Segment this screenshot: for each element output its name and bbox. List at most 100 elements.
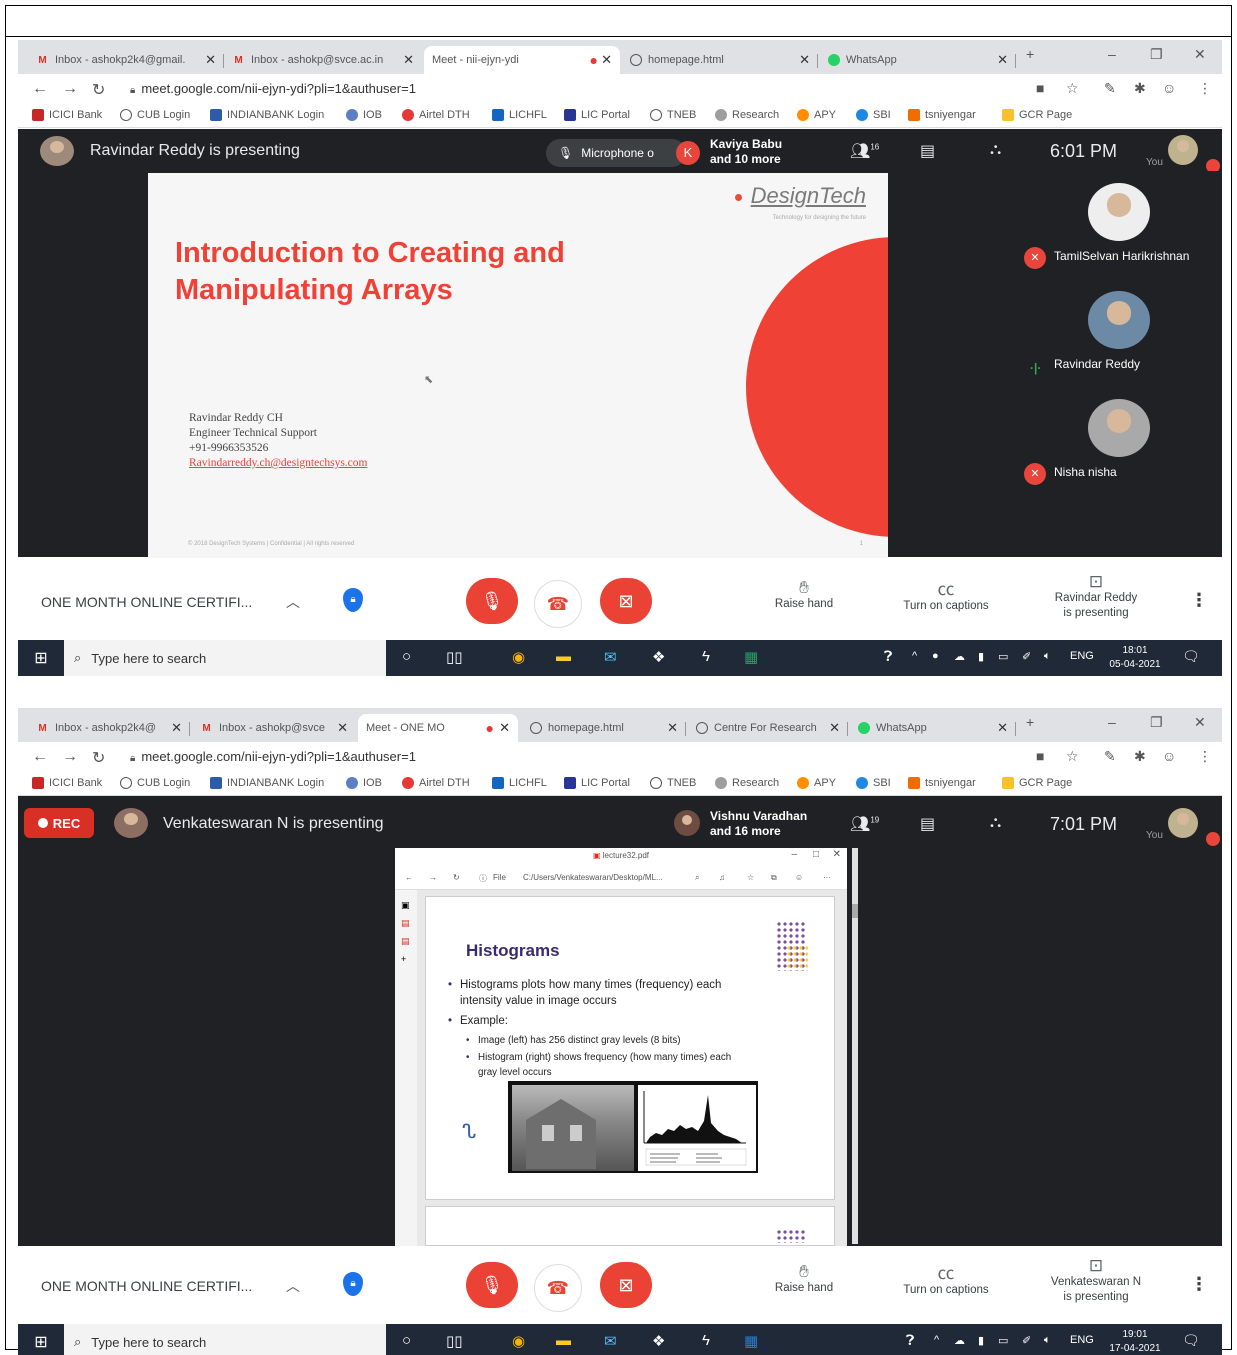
tray-chevron-icon[interactable]: ^ <box>934 1334 939 1346</box>
bookmark-item[interactable]: IOB <box>346 777 382 789</box>
activities-icon[interactable]: ⛬ <box>990 141 1001 159</box>
raise-hand-button[interactable]: ✋︎ Raise hand <box>764 1263 844 1296</box>
bookmark-item[interactable]: TNEB <box>650 109 696 121</box>
close-tab-icon[interactable]: ✕ <box>337 720 348 736</box>
chevron-up-icon[interactable]: ︿ <box>286 592 300 612</box>
browser-tab[interactable]: M Inbox - ashokp2k4@gmail. ✕ <box>28 46 224 74</box>
leave-call-button[interactable]: ☎︎ <box>534 580 582 628</box>
new-tab-icon[interactable]: + <box>1026 46 1034 62</box>
onedrive-icon[interactable]: ☁ <box>954 1334 965 1347</box>
bookmark-item[interactable]: TNEB <box>650 777 696 789</box>
new-tab-icon[interactable]: + <box>1026 714 1034 730</box>
captions-button[interactable]: ㏄ Turn on captions <box>888 581 1004 614</box>
people-icon[interactable]: 👥︎19 <box>850 814 879 834</box>
raise-hand-button[interactable]: ✋︎ Raise hand <box>764 579 844 612</box>
participant-tile[interactable]: ·|· Ravindar Reddy <box>1018 279 1222 387</box>
favorite-icon[interactable]: ☆ <box>747 873 754 882</box>
browser-tab-active[interactable]: ▸Meet - nii-ejyn-ydi●✕ <box>424 46 620 74</box>
bookmark-item[interactable]: Airtel DTH <box>402 777 470 789</box>
mail-icon[interactable]: ✉ <box>604 648 617 666</box>
self-avatar[interactable] <box>1168 808 1198 838</box>
url-field[interactable]: 🔒︎ meet.google.com/nii-ejyn-ydi?pli=1&aut… <box>130 749 416 764</box>
bookmark-item[interactable]: APY <box>797 109 836 121</box>
thumbnail-icon[interactable]: ▣ <box>401 900 410 911</box>
excel-icon[interactable]: ▦ <box>744 648 758 666</box>
bookmark-item[interactable]: CUB Login <box>120 777 190 789</box>
taskbar-search[interactable]: ⌕ Type here to search <box>64 1324 386 1355</box>
app-icon[interactable]: ϟ <box>702 648 710 665</box>
close-tab-icon[interactable]: ✕ <box>205 52 216 68</box>
chrome-icon[interactable]: ◉ <box>512 1332 525 1350</box>
minimize-icon[interactable]: – <box>1108 46 1116 62</box>
pen-icon[interactable]: ✐ <box>1022 1334 1031 1347</box>
chat-icon[interactable]: ▤ <box>920 814 935 834</box>
extension-icon[interactable]: ✎ <box>1104 80 1116 97</box>
tray-app-icon[interactable]: ● <box>932 650 939 662</box>
language-indicator[interactable]: ENG <box>1070 1334 1094 1346</box>
mic-toggle-button[interactable]: 🎙︎ <box>466 578 518 624</box>
language-indicator[interactable]: ENG <box>1070 650 1094 662</box>
close-tab-icon[interactable]: ✕ <box>601 52 612 68</box>
bookmark-item[interactable]: ICICI Bank <box>32 777 102 789</box>
profile-icon[interactable]: ☺ <box>1162 748 1176 764</box>
help-icon[interactable]: ❓︎ <box>884 648 892 665</box>
close-tab-icon[interactable]: ✕ <box>997 52 1008 68</box>
more-options-icon[interactable]: ⋮ <box>1190 1274 1208 1295</box>
people-icon[interactable]: 👥︎16 <box>850 141 879 161</box>
meeting-title[interactable]: ONE MONTH ONLINE CERTIFI... <box>41 1278 252 1294</box>
add-icon[interactable]: + <box>401 954 406 964</box>
extension-icon[interactable]: ✎ <box>1104 748 1116 765</box>
browser-tab[interactable]: WhatsApp ✕ <box>850 714 1016 742</box>
back-icon[interactable]: ← <box>32 748 48 766</box>
host-controls-icon[interactable]: 🔒︎ <box>343 1272 363 1296</box>
camera-icon[interactable]: ■ <box>1036 80 1044 96</box>
participant-tile[interactable]: ✕ TamilSelvan Harikrishnan <box>1018 171 1222 279</box>
help-icon[interactable]: ❓︎ <box>906 1332 914 1349</box>
restore-icon[interactable]: ❐ <box>1150 714 1163 731</box>
camera-toggle-button[interactable]: ⊠ <box>600 578 652 624</box>
close-tab-icon[interactable]: ✕ <box>799 52 810 68</box>
volume-icon[interactable]: 🔈︎ <box>1044 1334 1051 1347</box>
back-icon[interactable]: ← <box>32 80 48 98</box>
network-icon[interactable]: ▭ <box>998 1334 1008 1347</box>
camera-icon[interactable]: ■ <box>1036 748 1044 764</box>
puzzle-icon[interactable]: ✱ <box>1134 80 1146 97</box>
bookmark-item[interactable]: IOB <box>346 109 382 121</box>
browser-tab[interactable]: Centre For Research ✕ <box>688 714 848 742</box>
minimize-icon[interactable]: – <box>1108 714 1116 730</box>
bookmark-item[interactable]: ICICI Bank <box>32 109 102 121</box>
bookmark-item[interactable]: LICHFL <box>492 777 547 789</box>
task-view-icon[interactable]: ▯▯ <box>446 1332 463 1350</box>
bookmark-star-icon[interactable]: ☆ <box>1066 748 1079 765</box>
browser-tab[interactable]: M Inbox - ashokp@svce.ac.in ✕ <box>224 46 422 74</box>
dropbox-icon[interactable]: ❖ <box>652 1332 665 1350</box>
close-tab-icon[interactable]: ✕ <box>997 720 1008 736</box>
bookmark-item[interactable]: GCR Page <box>1002 109 1072 121</box>
close-window-icon[interactable]: ✕ <box>833 849 841 860</box>
leave-call-button[interactable]: ☎︎ <box>534 1264 582 1312</box>
bookmark-item[interactable]: GCR Page <box>1002 777 1072 789</box>
close-tab-icon[interactable]: ✕ <box>499 720 510 736</box>
cortana-icon[interactable]: ○ <box>402 1332 411 1349</box>
browser-tab[interactable]: homepage.html ✕ <box>522 714 686 742</box>
presentation-status-button[interactable]: ⊡ Ravindar Reddy is presenting <box>1034 573 1158 621</box>
tray-chevron-icon[interactable]: ^ <box>912 650 917 662</box>
taskbar-clock[interactable]: 19:01 17-04-2021 <box>1100 1328 1170 1355</box>
notifications-icon[interactable]: 🗨︎ <box>1182 1332 1200 1349</box>
more-options-icon[interactable]: ⋮ <box>1190 590 1208 611</box>
chevron-up-icon[interactable]: ︿ <box>286 1276 300 1296</box>
minimize-icon[interactable]: – <box>791 849 797 860</box>
bookmark-item[interactable]: LIC Portal <box>564 777 630 789</box>
bookmark-item[interactable]: CUB Login <box>120 109 190 121</box>
more-icon[interactable]: ··· <box>823 873 831 882</box>
task-view-icon[interactable]: ▯▯ <box>446 648 463 666</box>
pdf-scrollbar[interactable] <box>852 848 858 1244</box>
app-icon[interactable]: ϟ <box>702 1332 710 1349</box>
close-tab-icon[interactable]: ✕ <box>667 720 678 736</box>
close-window-icon[interactable]: ✕ <box>1194 714 1206 731</box>
forward-icon[interactable]: → <box>429 873 437 882</box>
usb-icon[interactable]: ▮ <box>978 1334 984 1347</box>
reload-icon[interactable]: ↻ <box>92 80 105 100</box>
bookmark-item[interactable]: APY <box>797 777 836 789</box>
close-tab-icon[interactable]: ✕ <box>403 52 414 68</box>
